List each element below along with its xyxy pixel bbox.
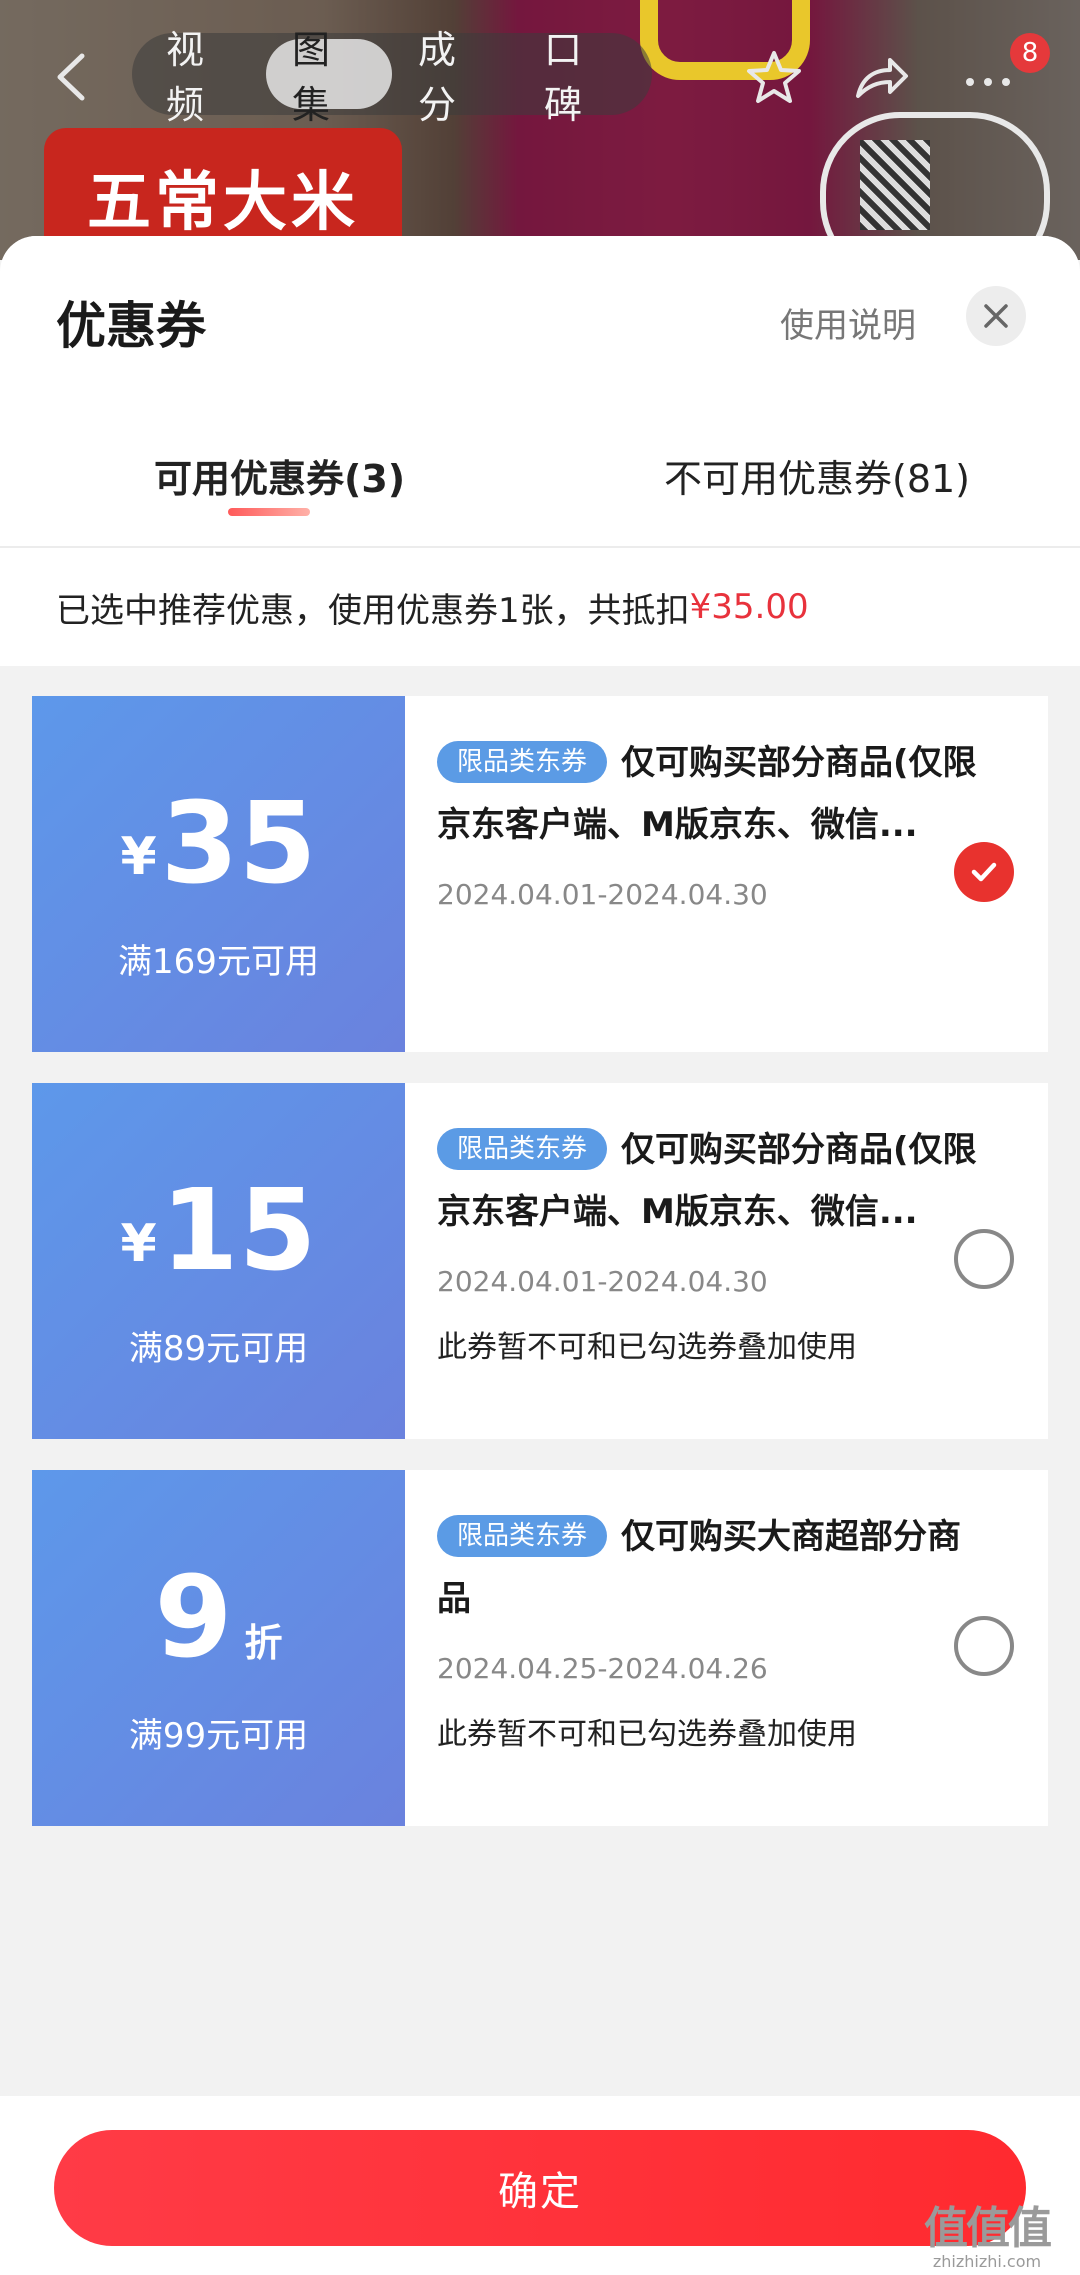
coupon-type-tag: 限品类东券 <box>437 1128 608 1170</box>
sheet-header: 优惠券 使用说明 可用优惠券(3) 不可用优惠券(81) <box>0 236 1080 548</box>
coupon-select-checkbox[interactable] <box>954 842 1014 902</box>
share-icon[interactable] <box>850 48 910 108</box>
more-options-icon[interactable] <box>958 48 1018 108</box>
coupon-validity-date: 2024.04.25-2024.04.26 <box>437 1652 768 1685</box>
coupon-details: 限品类东券 仅可购买大商超部分商品 2024.04.25-2024.04.26 此… <box>405 1470 1048 1826</box>
coupon-validity-date: 2024.04.01-2024.04.30 <box>437 1265 768 1298</box>
coupon-unit: 折 <box>244 1621 283 1665</box>
coupon-stacking-note: 此券暂不可和已勾选券叠加使用 <box>437 1717 857 1752</box>
coupon-value: ¥15 <box>32 1175 405 1287</box>
sheet-footer: 确定 <box>0 2096 1080 2275</box>
coupon-value: 9折 <box>32 1562 405 1674</box>
favorite-star-icon[interactable] <box>744 48 804 108</box>
tab-available-coupons[interactable]: 可用优惠券(3) <box>154 448 405 503</box>
coupon-title: 限品类东券 仅可购买部分商品(仅限京东客户端、M版京东、微信... <box>437 732 977 856</box>
coupon-stacking-note: 此券暂不可和已勾选券叠加使用 <box>437 1330 857 1365</box>
coupon-value-panel: 9折 满99元可用 <box>26 1470 405 1826</box>
coupon-threshold: 满169元可用 <box>118 942 319 982</box>
close-button[interactable] <box>966 286 1026 346</box>
coupon-details: 限品类东券 仅可购买部分商品(仅限京东客户端、M版京东、微信... 2024.04… <box>405 1083 1048 1439</box>
message-count-badge: 8 <box>1010 33 1050 73</box>
tab-reviews[interactable]: 口碑 <box>518 28 644 127</box>
divider <box>0 546 1080 548</box>
coupon-title: 限品类东券 仅可购买大商超部分商品 <box>437 1506 977 1630</box>
currency-symbol: ¥ <box>120 1214 157 1274</box>
coupon-amount: 9 <box>154 1553 233 1683</box>
site-watermark: 值值值 zhizhizhi.com <box>924 2192 1052 2271</box>
coupon-type-tag: 限品类东券 <box>437 741 608 783</box>
tab-video[interactable]: 视频 <box>140 28 266 127</box>
coupon-select-checkbox[interactable] <box>954 1229 1014 1289</box>
back-arrow-icon[interactable] <box>52 52 92 102</box>
discount-summary: 已选中推荐优惠，使用优惠券1张，共抵扣 ¥35.00 <box>0 548 1080 666</box>
coupon-title: 限品类东券 仅可购买部分商品(仅限京东客户端、M版京东、微信... <box>437 1119 977 1243</box>
qr-code-icon <box>860 140 930 230</box>
coupon-card[interactable]: ¥15 满89元可用 限品类东券 仅可购买部分商品(仅限京东客户端、M版京东、微信… <box>26 1083 1048 1439</box>
coupon-amount: 15 <box>160 1166 317 1296</box>
coupon-value: ¥35 <box>32 788 405 900</box>
coupon-card[interactable]: ¥35 满169元可用 限品类东券 仅可购买部分商品(仅限京东客户端、M版京东、微… <box>26 696 1048 1052</box>
tab-ingredients[interactable]: 成分 <box>392 28 518 127</box>
tab-unavailable-coupons[interactable]: 不可用优惠券(81) <box>664 448 970 503</box>
tab-gallery[interactable]: 图集 <box>266 28 392 127</box>
checkmark-icon <box>971 862 997 882</box>
summary-text: 已选中推荐优惠，使用优惠券1张，共抵扣 <box>56 590 690 631</box>
top-nav-bar: 视频 图集 成分 口碑 8 <box>0 0 1080 150</box>
coupon-threshold: 满89元可用 <box>128 1329 309 1369</box>
active-tab-indicator <box>228 508 310 516</box>
confirm-button[interactable]: 确定 <box>54 2130 1026 2246</box>
usage-instructions-link[interactable]: 使用说明 <box>780 298 916 347</box>
sheet-title: 优惠券 <box>56 297 206 355</box>
currency-symbol: ¥ <box>120 827 157 887</box>
coupon-card[interactable]: 9折 满99元可用 限品类东券 仅可购买大商超部分商品 2024.04.25-20… <box>26 1470 1048 1826</box>
coupon-amount: 35 <box>160 779 317 909</box>
coupon-sheet: 优惠券 使用说明 可用优惠券(3) 不可用优惠券(81) 已选中推荐优惠，使用优… <box>0 236 1080 2275</box>
coupon-validity-date: 2024.04.01-2024.04.30 <box>437 878 768 911</box>
close-icon <box>984 304 1008 328</box>
summary-amount: ¥35.00 <box>689 587 809 627</box>
watermark-url: zhizhizhi.com <box>932 2252 1042 2271</box>
coupon-threshold: 满99元可用 <box>128 1716 309 1756</box>
coupon-select-checkbox[interactable] <box>954 1616 1014 1676</box>
coupon-value-panel: ¥15 满89元可用 <box>26 1083 405 1439</box>
coupon-details: 限品类东券 仅可购买部分商品(仅限京东客户端、M版京东、微信... 2024.04… <box>405 696 1048 1052</box>
coupon-type-tag: 限品类东券 <box>437 1515 608 1557</box>
coupon-list: ¥35 满169元可用 限品类东券 仅可购买部分商品(仅限京东客户端、M版京东、微… <box>0 666 1080 1826</box>
coupon-value-panel: ¥35 满169元可用 <box>26 696 405 1052</box>
watermark-logo: 值值值 <box>924 2203 1052 2254</box>
media-tab-group: 视频 图集 成分 口碑 <box>132 28 652 127</box>
